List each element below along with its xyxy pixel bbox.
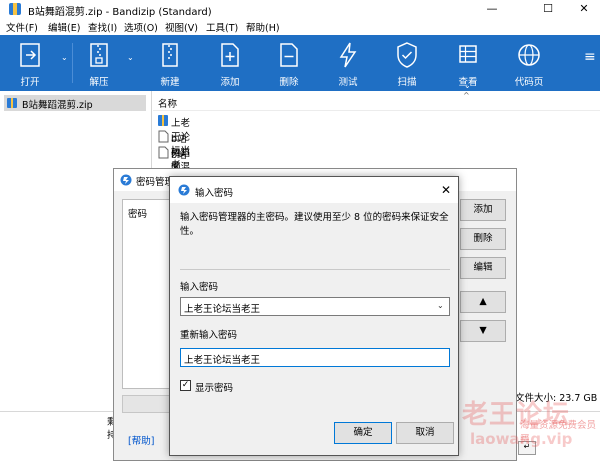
view-dropdown-icon[interactable]: ⌄ (464, 81, 471, 90)
pm-edit-button[interactable]: 编辑 (460, 257, 506, 279)
new-label: 新建 (160, 77, 180, 88)
ok-button[interactable]: 确定 (334, 422, 392, 444)
pm-help-link[interactable]: [帮助] (128, 433, 154, 447)
show-password-label[interactable]: 显示密码 (195, 380, 233, 394)
new-archive-icon (162, 43, 178, 67)
scan-button[interactable]: 扫描 (381, 35, 433, 91)
menu-bar: 文件(F) 编辑(E) 查找(I) 选项(O) 视图(V) 工具(T) 帮助(H… (0, 18, 600, 35)
extract-icon (90, 43, 108, 67)
pm-delete-button[interactable]: 删除 (460, 228, 506, 250)
menu-view[interactable]: 视图(V) (165, 20, 198, 34)
pm-move-down-button[interactable]: ▼ (460, 320, 506, 342)
watermark-text: laowang.vip (470, 430, 573, 448)
extract-dropdown-icon[interactable]: ⌄ (127, 53, 134, 62)
menu-options[interactable]: 选项(O) (124, 20, 158, 34)
window-title: B站舞蹈混剪.zip - Bandizip (Standard) (28, 7, 212, 18)
enter-password-titlebar: 输入密码 ✕ (170, 177, 458, 203)
menu-find[interactable]: 查找(I) (88, 20, 117, 34)
pm-add-button[interactable]: 添加 (460, 199, 506, 221)
close-window-button[interactable]: ✕ (566, 0, 600, 18)
open-button[interactable]: 打开 (4, 35, 56, 91)
zip-file-icon (7, 98, 17, 108)
test-button[interactable]: 测试 (322, 35, 374, 91)
delete-button[interactable]: 删除 (263, 35, 315, 91)
scan-label: 扫描 (397, 77, 417, 88)
password-list-header: 密码 (128, 209, 148, 220)
view-grid-icon (459, 45, 477, 63)
open-icon (20, 43, 40, 67)
menu-tools[interactable]: 工具(T) (206, 20, 238, 34)
add-label: 添加 (220, 77, 240, 88)
open-label: 打开 (20, 77, 40, 88)
test-label: 测试 (338, 77, 358, 88)
minimize-button[interactable]: — (474, 0, 510, 18)
delete-label: 删除 (279, 77, 299, 88)
extract-button[interactable]: 解压 (74, 35, 124, 91)
cancel-button[interactable]: 取消 (396, 422, 454, 444)
tree-item-archive[interactable]: B站舞蹈混剪.zip (4, 95, 146, 111)
menu-help[interactable]: 帮助(H) (246, 20, 280, 34)
extract-label: 解压 (89, 77, 109, 88)
more-menu-icon[interactable]: ≡ (584, 49, 596, 65)
pm-move-up-button[interactable]: ▲ (460, 291, 506, 313)
bandizip-app-icon (120, 174, 132, 186)
password-value: 上老王论坛当老王 (184, 304, 261, 315)
dialog-close-button[interactable]: ✕ (436, 181, 456, 199)
toolbar-separator (72, 43, 73, 83)
maximize-button[interactable]: ☐ (530, 0, 566, 18)
dialog-description: 输入密码管理器的主密码。建议使用至少 8 位的密码来保证安全性。 (180, 212, 449, 237)
password-list[interactable]: 密码 (122, 199, 176, 389)
reenter-password-input[interactable]: 上老王论坛当老王 (180, 348, 450, 367)
toolbar: 打开 ⌄ 解压 ⌄ 新建 添加 删除 测试 扫描 查看 ⌄ 代码页 ≡ (0, 35, 600, 91)
open-dropdown-icon[interactable]: ⌄ (61, 53, 68, 62)
enter-password-dialog: 输入密码 ✕ 输入密码管理器的主密码。建议使用至少 8 位的密码来保证安全性。 … (169, 176, 459, 456)
dialog-title: 输入密码 (195, 188, 234, 199)
add-file-icon (221, 43, 239, 67)
lightning-icon (339, 42, 357, 68)
reenter-password-value: 上老王论坛当老王 (184, 355, 261, 366)
pm-scrollbar[interactable] (122, 395, 176, 413)
show-password-checkbox[interactable]: ✓ (180, 380, 191, 391)
title-bar: B站舞蹈混剪.zip - Bandizip (Standard) — ☐ ✕ (0, 0, 600, 18)
new-button[interactable]: 新建 (144, 35, 196, 91)
password-combo[interactable]: 上老王论坛当老王 ⌄ (180, 297, 450, 316)
divider (180, 269, 450, 270)
file-icon (158, 130, 169, 143)
column-name[interactable]: 名称 (158, 96, 177, 110)
password-label: 输入密码 (180, 282, 219, 293)
zip-file-icon (158, 115, 168, 126)
reenter-password-label: 重新输入密码 (180, 330, 238, 341)
sort-arrow-icon: ^ (463, 91, 470, 100)
tree-item-label: B站舞蹈混剪.zip (22, 100, 93, 111)
chevron-down-icon[interactable]: ⌄ (437, 301, 444, 310)
delete-file-icon (280, 43, 298, 67)
menu-file[interactable]: 文件(F) (6, 20, 38, 34)
shield-check-icon (397, 42, 417, 68)
bandizip-app-icon (178, 184, 190, 196)
codepage-label: 代码页 (514, 77, 544, 88)
add-button[interactable]: 添加 (204, 35, 256, 91)
file-list-header: 名称 ^ (153, 91, 600, 111)
codepage-button[interactable]: 代码页 (502, 35, 556, 91)
bandizip-app-icon (9, 3, 21, 15)
globe-icon (518, 44, 540, 66)
menu-edit[interactable]: 编辑(E) (48, 20, 80, 34)
file-icon (158, 146, 169, 159)
